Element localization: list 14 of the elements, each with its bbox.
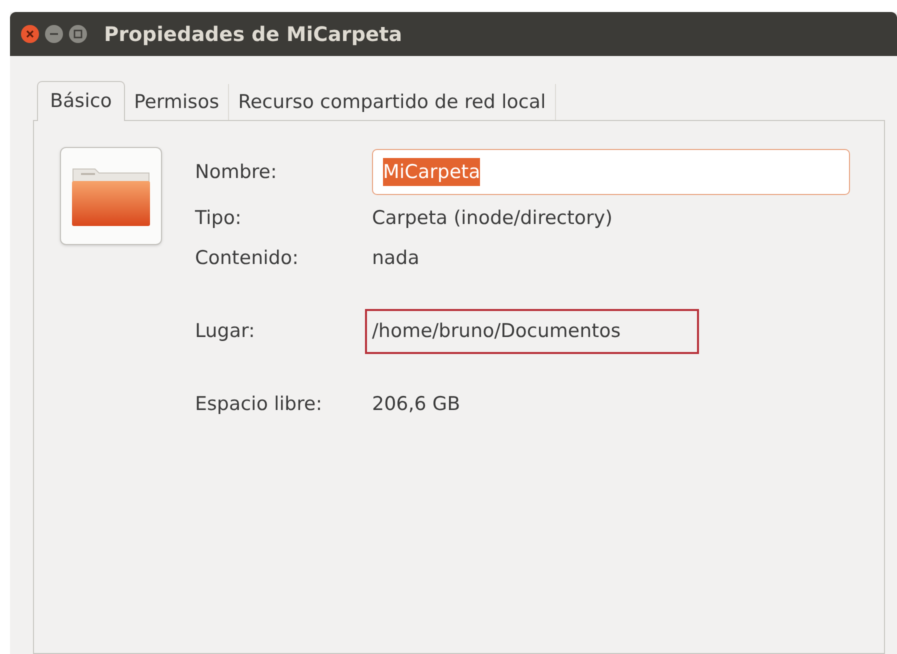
maximize-icon[interactable] <box>68 24 88 44</box>
field-value: /home/bruno/Documentos <box>365 309 699 354</box>
field-value: 206,6 GB <box>372 392 460 418</box>
field-value: Carpeta (inode/directory) <box>372 206 613 231</box>
field-value: nada <box>372 246 420 271</box>
minimize-icon[interactable] <box>44 24 64 44</box>
tab[interactable]: Básico <box>37 81 125 121</box>
field-label: Nombre: <box>195 160 278 185</box>
close-icon[interactable] <box>20 24 40 44</box>
field-label: Lugar: <box>195 319 256 344</box>
field-label: Contenido: <box>195 246 300 271</box>
window-title: Propiedades de MiCarpeta <box>104 21 402 48</box>
field-label: Espacio libre: <box>195 392 324 418</box>
field-label: Tipo: <box>195 206 242 231</box>
